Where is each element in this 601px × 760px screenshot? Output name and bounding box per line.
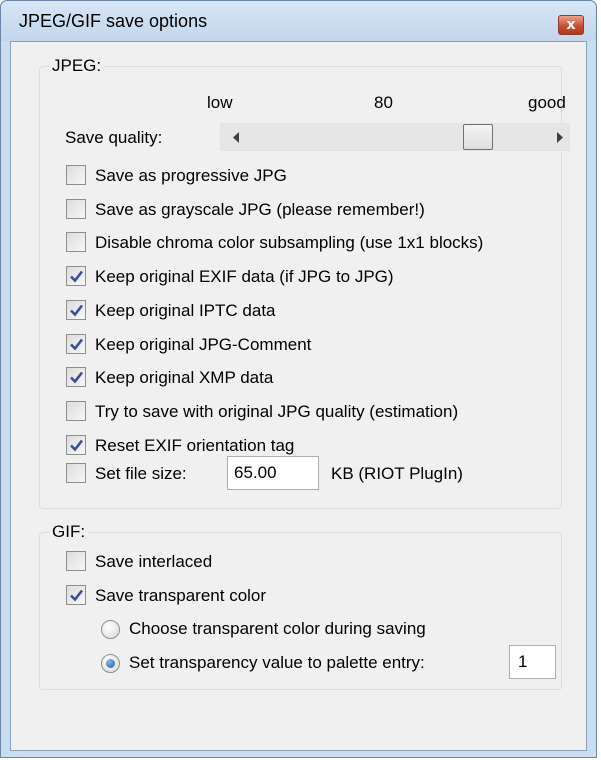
dialog-client-area: JPEG: low 80 good Save quality: Save as … bbox=[10, 41, 587, 751]
gif-group-label: GIF: bbox=[49, 522, 89, 542]
save-interlaced-label: Save interlaced bbox=[95, 552, 213, 571]
palette-entry-input[interactable] bbox=[509, 645, 556, 679]
save-interlaced-checkbox[interactable] bbox=[66, 551, 86, 571]
jpeg-option-checkbox[interactable] bbox=[66, 232, 86, 252]
jpeg-option-label: Keep original XMP data bbox=[95, 368, 274, 387]
radio-selected-dot-icon bbox=[106, 659, 115, 668]
quality-low-label: low bbox=[207, 93, 233, 112]
quality-value-label: 80 bbox=[374, 93, 393, 112]
jpeg-option-label: Keep original EXIF data (if JPG to JPG) bbox=[95, 267, 394, 286]
jpeg-option-label: Keep original IPTC data bbox=[95, 301, 276, 320]
check-icon bbox=[70, 304, 84, 317]
jpeg-option-label: Reset EXIF orientation tag bbox=[95, 436, 295, 455]
set-file-size-label: Set file size: bbox=[95, 464, 187, 483]
jpeg-option-checkbox[interactable] bbox=[66, 401, 86, 421]
save-quality-slider[interactable] bbox=[220, 123, 570, 151]
save-quality-label: Save quality: bbox=[65, 128, 163, 147]
jpeg-option-checkbox[interactable] bbox=[66, 300, 86, 320]
jpeg-option-label: Save as grayscale JPG (please remember!) bbox=[95, 200, 425, 219]
choose-transparent-color-radio[interactable] bbox=[101, 620, 120, 639]
set-file-size-checkbox[interactable] bbox=[66, 463, 86, 483]
jpeg-option-checkbox[interactable] bbox=[66, 334, 86, 354]
file-size-input[interactable] bbox=[227, 456, 319, 490]
quality-good-label: good bbox=[528, 93, 566, 112]
jpeg-option-checkbox[interactable] bbox=[66, 165, 86, 185]
jpeg-option-checkbox[interactable] bbox=[66, 435, 86, 455]
title-bar[interactable]: JPEG/GIF save options x bbox=[1, 1, 596, 41]
dialog-window: JPEG/GIF save options x JPEG: low 80 goo… bbox=[0, 0, 597, 758]
jpeg-option-label: Disable chroma color subsampling (use 1x… bbox=[95, 233, 484, 252]
jpeg-option-checkbox[interactable] bbox=[66, 199, 86, 219]
jpeg-group-label: JPEG: bbox=[49, 56, 105, 76]
jpeg-option-checkbox[interactable] bbox=[66, 367, 86, 387]
slider-right-arrow-icon[interactable] bbox=[556, 132, 564, 143]
window-title: JPEG/GIF save options bbox=[19, 11, 208, 31]
jpeg-option-label: Save as progressive JPG bbox=[95, 166, 287, 185]
save-transparent-color-checkbox[interactable] bbox=[66, 585, 86, 605]
set-transparency-value-radio[interactable] bbox=[101, 654, 120, 673]
set-transparency-value-label: Set transparency value to palette entry: bbox=[129, 653, 425, 672]
check-icon bbox=[70, 371, 84, 384]
jpeg-option-label: Try to save with original JPG quality (e… bbox=[95, 402, 459, 421]
check-icon bbox=[70, 338, 84, 351]
file-size-unit-label: KB (RIOT PlugIn) bbox=[331, 464, 463, 483]
slider-thumb[interactable] bbox=[463, 124, 493, 150]
jpeg-option-label: Keep original JPG-Comment bbox=[95, 335, 312, 354]
jpeg-option-checkbox[interactable] bbox=[66, 266, 86, 286]
close-button[interactable]: x bbox=[558, 15, 584, 35]
check-icon bbox=[70, 270, 84, 283]
slider-left-arrow-icon[interactable] bbox=[232, 132, 240, 143]
check-icon bbox=[70, 439, 84, 452]
close-icon: x bbox=[566, 17, 576, 33]
choose-transparent-color-label: Choose transparent color during saving bbox=[129, 619, 426, 638]
check-icon bbox=[70, 589, 84, 602]
save-transparent-color-label: Save transparent color bbox=[95, 586, 267, 605]
